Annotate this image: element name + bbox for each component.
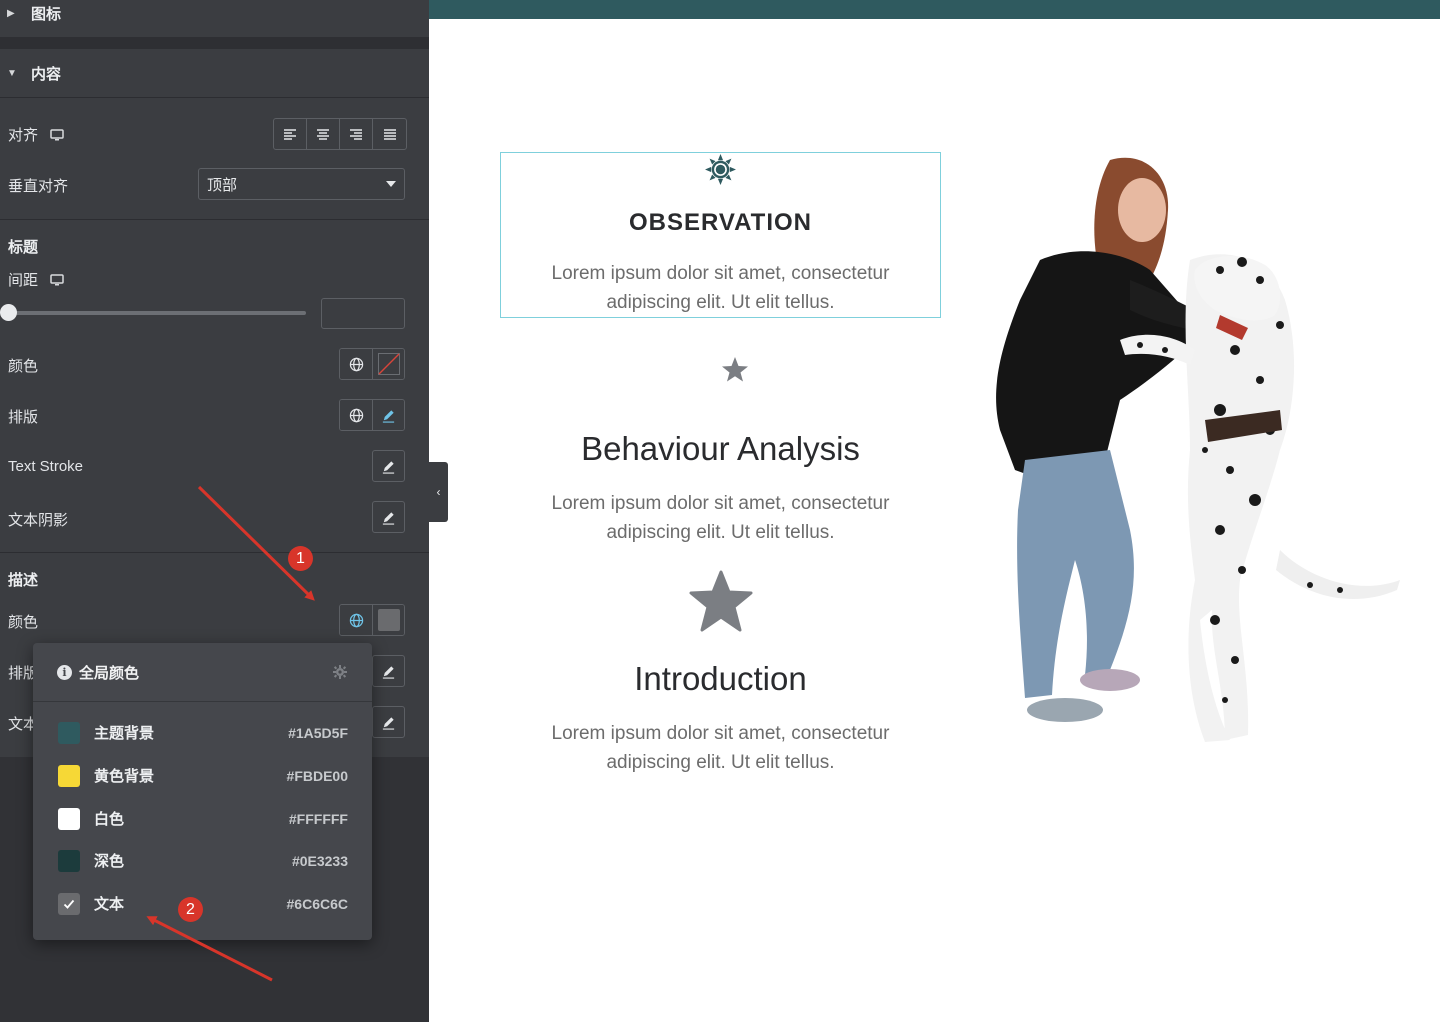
description-color-control bbox=[339, 604, 405, 636]
align-center-icon[interactable] bbox=[307, 119, 340, 149]
color-hex: #FFFFFF bbox=[288, 810, 348, 827]
feature-description: Lorem ipsum dolor sit amet, consectetur … bbox=[500, 489, 941, 547]
description-color-label: 颜色 bbox=[8, 614, 39, 631]
spacing-label: 间距 bbox=[8, 272, 39, 289]
pencil-icon[interactable] bbox=[372, 655, 405, 687]
align-label: 对齐 bbox=[8, 127, 39, 144]
caret-right-icon: ▶ bbox=[7, 7, 15, 19]
global-color-item[interactable]: 黄色背景 #FBDE00 bbox=[33, 754, 372, 797]
divider bbox=[0, 552, 429, 553]
color-name: 深色 bbox=[94, 853, 125, 870]
feature-description: Lorem ipsum dolor sit amet, consectetur … bbox=[500, 259, 941, 317]
feature-description-line: adipiscing elit. Ut elit tellus. bbox=[606, 752, 835, 773]
color-swatch bbox=[58, 764, 80, 787]
global-color-item[interactable]: 主题背景 #1A5D5F bbox=[33, 711, 372, 754]
section-separator bbox=[0, 37, 429, 49]
vertical-align-label: 垂直对齐 bbox=[8, 178, 69, 195]
color-swatch-none[interactable] bbox=[372, 349, 404, 379]
align-left-icon[interactable] bbox=[274, 119, 307, 149]
info-icon: i bbox=[57, 664, 72, 680]
align-label-row: 对齐 bbox=[8, 124, 64, 145]
preview-top-bar bbox=[429, 0, 1440, 19]
annotation-badge-1: 1 bbox=[288, 546, 313, 571]
divider bbox=[0, 97, 429, 98]
title-typography-control bbox=[339, 399, 405, 431]
feature-description-line: Lorem ipsum dolor sit amet, consectetur bbox=[551, 723, 890, 744]
monitor-icon[interactable] bbox=[50, 128, 64, 141]
color-name: 主题背景 bbox=[94, 725, 155, 742]
monitor-icon[interactable] bbox=[50, 273, 64, 286]
annotation-badge-2: 2 bbox=[178, 897, 203, 922]
color-name: 黄色背景 bbox=[94, 768, 155, 785]
vertical-align-value: 顶部 bbox=[207, 176, 238, 194]
section-icon-label: 图标 bbox=[31, 5, 62, 23]
pencil-icon[interactable] bbox=[372, 501, 405, 533]
text-shadow-label: 文本阴影 bbox=[8, 512, 69, 529]
color-swatch[interactable] bbox=[372, 605, 404, 635]
hero-photo-woman-dalmatian bbox=[996, 157, 1400, 743]
title-color-label: 颜色 bbox=[8, 358, 39, 375]
color-hex: #FBDE00 bbox=[286, 767, 348, 784]
spacing-slider-track[interactable] bbox=[8, 311, 306, 315]
panel-collapse-button[interactable]: ‹ bbox=[429, 462, 448, 522]
vertical-align-select[interactable]: 顶部 bbox=[198, 168, 405, 200]
pencil-icon[interactable] bbox=[372, 706, 405, 738]
color-hex: #6C6C6C bbox=[286, 895, 348, 912]
title-typography-label: 排版 bbox=[8, 409, 39, 426]
caret-down-icon: ▼ bbox=[7, 67, 17, 79]
color-swatch bbox=[58, 892, 80, 915]
spacing-slider-handle[interactable] bbox=[0, 304, 17, 321]
color-swatch bbox=[58, 807, 80, 830]
pencil-icon[interactable] bbox=[372, 400, 404, 430]
color-hex: #1A5D5F bbox=[288, 724, 348, 741]
chevron-down-icon bbox=[386, 181, 396, 187]
feature-description-line: Lorem ipsum dolor sit amet, consectetur bbox=[551, 493, 890, 514]
pencil-icon[interactable] bbox=[372, 450, 405, 482]
globe-icon[interactable] bbox=[340, 605, 372, 635]
checkmark-icon bbox=[63, 899, 75, 909]
feature-title: OBSERVATION bbox=[628, 209, 813, 236]
gear-icon[interactable] bbox=[332, 664, 348, 680]
title-color-control bbox=[339, 348, 405, 380]
global-colors-popup: i 全局颜色 主题背景 #1A5D5F 黄色背景 #FBDE00 白色 #FFF… bbox=[33, 643, 372, 940]
color-name: 白色 bbox=[94, 811, 125, 828]
spacing-number-input[interactable] bbox=[321, 298, 405, 329]
global-color-item[interactable]: 深色 #0E3233 bbox=[33, 839, 372, 882]
color-swatch bbox=[58, 849, 80, 872]
feature-title: Behaviour Analysis bbox=[581, 430, 860, 467]
color-hex: #0E3233 bbox=[291, 852, 348, 869]
color-swatch bbox=[58, 721, 80, 744]
sun-gear-icon bbox=[705, 154, 736, 185]
chevron-left-icon: ‹ bbox=[436, 485, 441, 499]
section-content-header[interactable]: ▼ 内容 bbox=[0, 49, 429, 97]
globe-icon[interactable] bbox=[340, 400, 372, 430]
divider bbox=[0, 219, 429, 220]
global-color-item-selected[interactable]: 文本 #6C6C6C bbox=[33, 882, 372, 925]
align-justify-icon[interactable] bbox=[373, 119, 406, 149]
spacing-label-row: 间距 bbox=[8, 269, 64, 290]
global-colors-header: i 全局颜色 bbox=[33, 643, 372, 702]
feature-description: Lorem ipsum dolor sit amet, consectetur … bbox=[500, 719, 941, 777]
globe-icon[interactable] bbox=[340, 349, 372, 379]
feature-description-line: adipiscing elit. Ut elit tellus. bbox=[606, 522, 835, 543]
star-icon bbox=[689, 570, 753, 632]
global-colors-title: 全局颜色 bbox=[79, 664, 140, 682]
text-stroke-label: Text Stroke bbox=[8, 458, 84, 475]
section-content-label: 内容 bbox=[31, 65, 62, 83]
description-group-heading: 描述 bbox=[8, 572, 39, 589]
feature-description-line: adipiscing elit. Ut elit tellus. bbox=[606, 292, 835, 313]
section-icon-header[interactable]: ▶ 图标 bbox=[0, 0, 429, 26]
moon-star-icon bbox=[692, 342, 748, 402]
align-right-icon[interactable] bbox=[340, 119, 373, 149]
title-group-heading: 标题 bbox=[8, 239, 39, 256]
align-button-group bbox=[273, 118, 407, 150]
global-color-item[interactable]: 白色 #FFFFFF bbox=[33, 797, 372, 840]
color-name: 文本 bbox=[94, 896, 125, 913]
feature-description-line: Lorem ipsum dolor sit amet, consectetur bbox=[551, 263, 890, 284]
feature-title: Introduction bbox=[634, 660, 807, 697]
